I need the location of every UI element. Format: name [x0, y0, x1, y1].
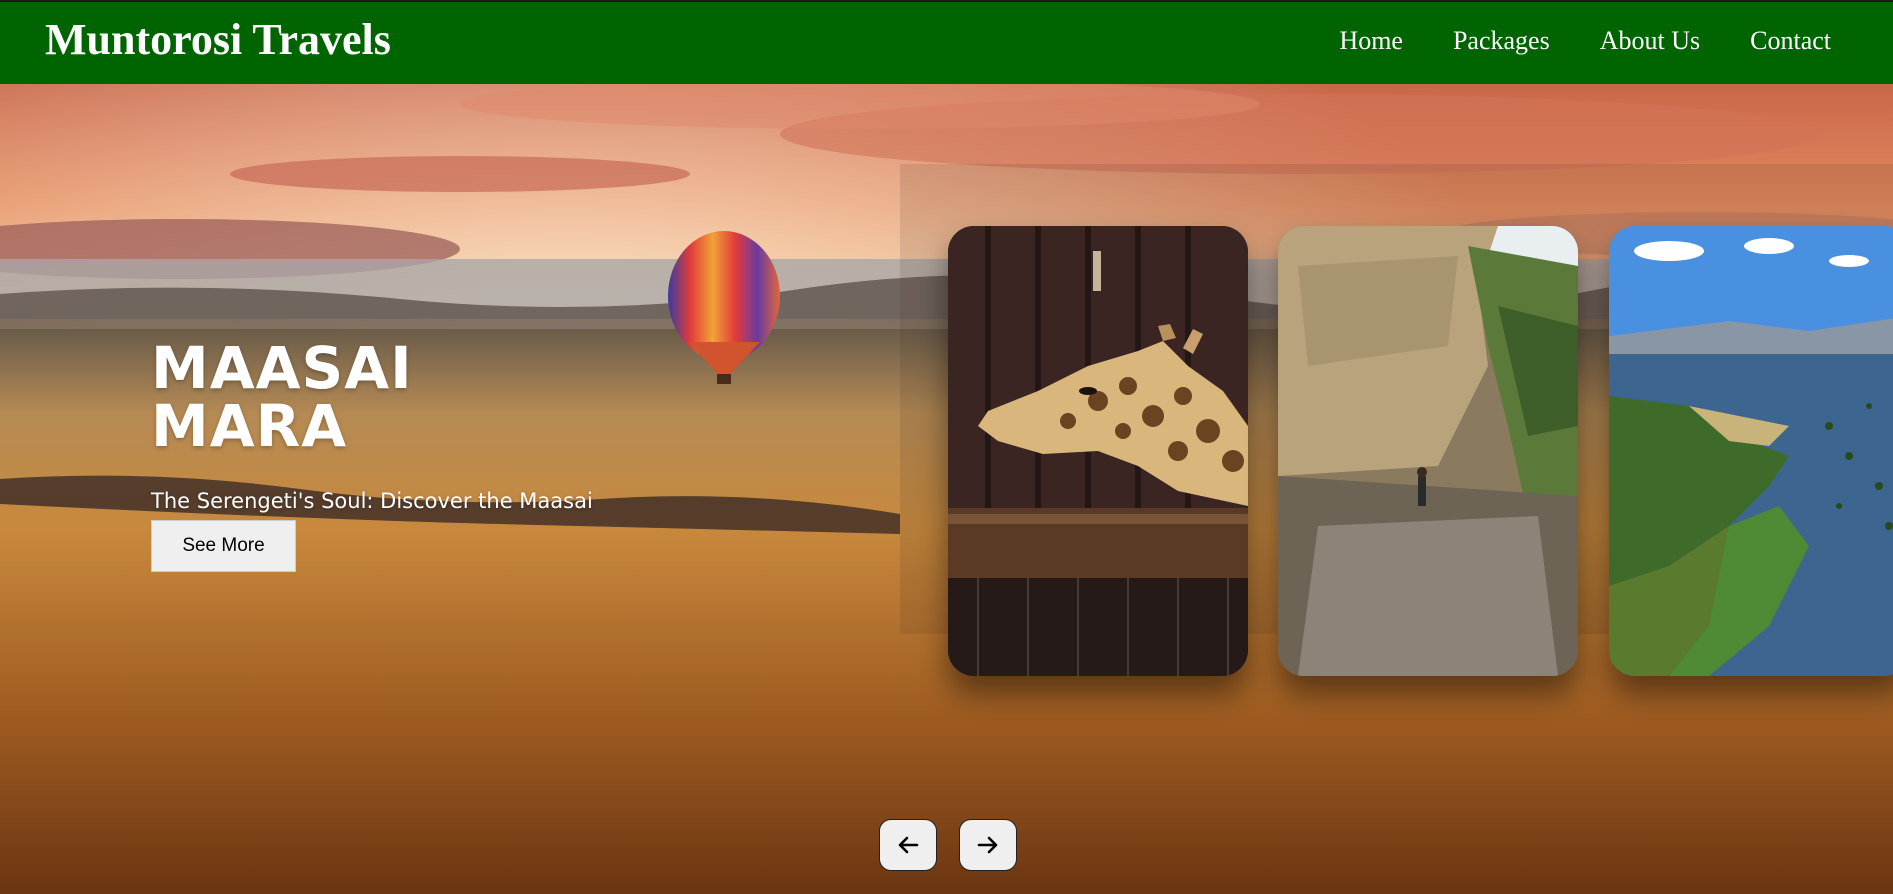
see-more-button[interactable]: See More [151, 520, 296, 572]
hero-title: MAASAI MARA [151, 334, 413, 460]
brand-logo[interactable]: Muntorosi Travels [45, 18, 391, 62]
hero-slider: MAASAI MARA The Serengeti's Soul: Discov… [0, 84, 1893, 894]
prev-slide-button[interactable] [879, 819, 937, 871]
nav-link-contact[interactable]: Contact [1750, 28, 1831, 54]
thumbnail-card-giraffe[interactable] [948, 226, 1248, 676]
navbar: Muntorosi Travels Home Packages About Us… [0, 0, 1893, 84]
thumbnail-card-lake[interactable] [1609, 226, 1893, 676]
main-nav: Home Packages About Us Contact [1339, 28, 1831, 54]
nav-link-home[interactable]: Home [1339, 28, 1403, 54]
gorge-image [1278, 226, 1578, 676]
next-slide-button[interactable] [959, 819, 1017, 871]
thumbnail-card-gorge[interactable] [1278, 226, 1578, 676]
arrow-left-icon [898, 836, 919, 854]
nav-link-packages[interactable]: Packages [1453, 28, 1550, 54]
hero-content: MAASAI MARA The Serengeti's Soul: Discov… [151, 339, 621, 549]
giraffe-image [948, 226, 1248, 676]
arrow-right-icon [977, 836, 998, 854]
nav-link-about[interactable]: About Us [1600, 28, 1700, 54]
lake-image [1609, 226, 1893, 676]
